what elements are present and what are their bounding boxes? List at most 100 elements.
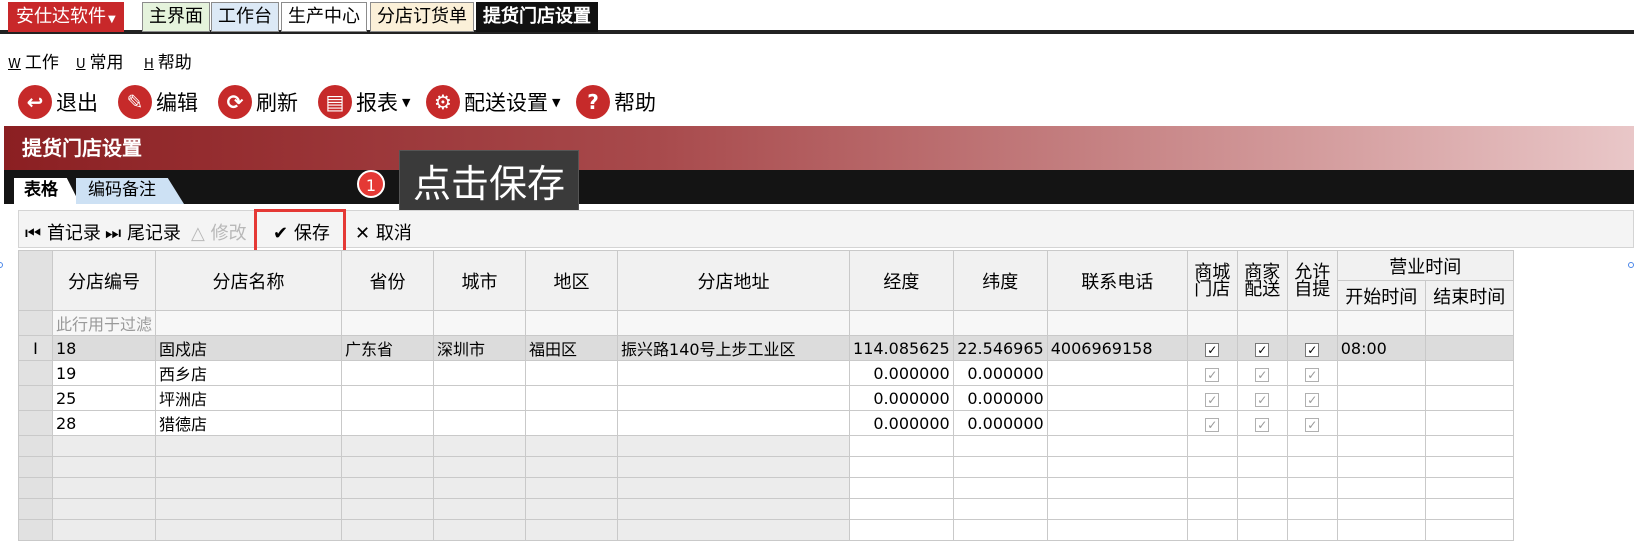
- header-code[interactable]: 分店编号: [51, 250, 157, 311]
- cell-name[interactable]: 固戍店: [155, 335, 343, 361]
- delivery-settings-button[interactable]: ⚙ 配送设置 ▼: [426, 84, 560, 120]
- cell-province[interactable]: [341, 410, 435, 436]
- tab-workbench[interactable]: 工作台: [211, 2, 279, 32]
- cell-open-time[interactable]: [1336, 410, 1426, 436]
- refresh-button[interactable]: ⟳ 刷新: [218, 84, 298, 120]
- cell-code[interactable]: 25: [51, 385, 157, 411]
- header-district[interactable]: 地区: [525, 250, 619, 311]
- cell-province[interactable]: [341, 360, 435, 386]
- merchant-delivery-checkbox[interactable]: ✓: [1255, 392, 1270, 407]
- modify-button[interactable]: △ 修改: [191, 219, 251, 245]
- tab-pickup-store-settings[interactable]: 提货门店设置: [476, 2, 598, 32]
- menu-work[interactable]: W 工作: [8, 48, 59, 73]
- table-row[interactable]: 25 坪洲店 0.000000 0.000000 ✓ ✓ ✓: [18, 385, 1514, 411]
- mall-store-checkbox[interactable]: ✓: [1205, 342, 1220, 357]
- cell-city[interactable]: [433, 360, 527, 386]
- cell-latitude[interactable]: 0.000000: [952, 385, 1048, 411]
- cell-address[interactable]: 振兴路140号上步工业区: [617, 335, 851, 361]
- cell-latitude[interactable]: 0.000000: [952, 360, 1048, 386]
- cell-phone[interactable]: [1046, 410, 1188, 436]
- top-tab-bar: 安仕达软件 ▼ 主界面 工作台 生产中心 分店订货单 提货门店设置: [0, 0, 1634, 34]
- cell-address[interactable]: [617, 410, 851, 436]
- cell-city[interactable]: [433, 410, 527, 436]
- cell-name[interactable]: 猎德店: [155, 410, 343, 436]
- cell-district[interactable]: [525, 360, 619, 386]
- header-close-time[interactable]: 结束时间: [1424, 280, 1514, 311]
- cell-close-time[interactable]: [1424, 385, 1514, 411]
- allow-pickup-checkbox[interactable]: ✓: [1305, 342, 1320, 357]
- header-allow-pickup[interactable]: 允许 自提: [1286, 250, 1338, 311]
- cell-open-time[interactable]: [1336, 360, 1426, 386]
- edit-button[interactable]: ✎ 编辑: [118, 84, 198, 120]
- header-province[interactable]: 省份: [341, 250, 435, 311]
- cell-district[interactable]: [525, 410, 619, 436]
- cell-open-time[interactable]: 08:00: [1336, 335, 1426, 361]
- cell-city[interactable]: 深圳市: [433, 335, 527, 361]
- cell-longitude[interactable]: 114.085625: [849, 335, 954, 361]
- header-address[interactable]: 分店地址: [617, 250, 851, 311]
- cell-phone[interactable]: 4006969158: [1046, 335, 1188, 361]
- filter-row[interactable]: 此行用于过滤: [18, 310, 1514, 336]
- merchant-delivery-checkbox[interactable]: ✓: [1255, 417, 1270, 432]
- cell-district[interactable]: 福田区: [525, 335, 619, 361]
- cell-province[interactable]: 广东省: [341, 335, 435, 361]
- cell-close-time[interactable]: [1424, 410, 1514, 436]
- merchant-delivery-checkbox[interactable]: ✓: [1255, 342, 1270, 357]
- resize-handle-left[interactable]: [0, 262, 3, 268]
- tab-grid[interactable]: 表格: [14, 178, 80, 204]
- mall-store-checkbox[interactable]: ✓: [1205, 367, 1220, 382]
- tab-production[interactable]: 生产中心: [281, 2, 367, 32]
- cell-close-time[interactable]: [1424, 335, 1514, 361]
- mall-store-checkbox[interactable]: ✓: [1205, 417, 1220, 432]
- cell-latitude[interactable]: 0.000000: [952, 410, 1048, 436]
- allow-pickup-checkbox[interactable]: ✓: [1305, 392, 1320, 407]
- cell-address[interactable]: [617, 385, 851, 411]
- tab-store-order[interactable]: 分店订货单: [370, 2, 474, 32]
- cell-code[interactable]: 19: [51, 360, 157, 386]
- header-phone[interactable]: 联系电话: [1046, 250, 1188, 311]
- cell-district[interactable]: [525, 385, 619, 411]
- table-row[interactable]: 28 猎德店 0.000000 0.000000 ✓ ✓ ✓: [18, 410, 1514, 436]
- exit-button[interactable]: ↩ 退出: [18, 84, 98, 120]
- menu-help[interactable]: H 帮助: [144, 48, 192, 73]
- table-row[interactable]: 19 西乡店 0.000000 0.000000 ✓ ✓ ✓: [18, 360, 1514, 386]
- merchant-delivery-checkbox[interactable]: ✓: [1255, 367, 1270, 382]
- resize-handle-right[interactable]: [1628, 262, 1634, 268]
- cell-latitude[interactable]: 22.546965: [952, 335, 1048, 361]
- header-open-time[interactable]: 开始时间: [1336, 280, 1426, 311]
- cell-code[interactable]: 18: [51, 335, 157, 361]
- table-row[interactable]: I 18 固戍店 广东省 深圳市 福田区 振兴路140号上步工业区 114.08…: [18, 335, 1514, 361]
- cell-longitude[interactable]: 0.000000: [849, 385, 954, 411]
- cell-longitude[interactable]: 0.000000: [849, 360, 954, 386]
- cell-name[interactable]: 坪洲店: [155, 385, 343, 411]
- first-record-button[interactable]: ⏮ 首记录: [25, 219, 101, 245]
- cell-close-time[interactable]: [1424, 360, 1514, 386]
- last-record-button[interactable]: ⏭ 尾记录: [105, 219, 181, 245]
- header-longitude[interactable]: 经度: [849, 250, 954, 311]
- header-name[interactable]: 分店名称: [155, 250, 343, 311]
- cell-name[interactable]: 西乡店: [155, 360, 343, 386]
- cell-longitude[interactable]: 0.000000: [849, 410, 954, 436]
- menu-common[interactable]: U 常用: [76, 48, 124, 73]
- tab-main[interactable]: 主界面: [142, 2, 210, 32]
- cell-phone[interactable]: [1046, 360, 1188, 386]
- allow-pickup-checkbox[interactable]: ✓: [1305, 367, 1320, 382]
- brand-menu[interactable]: 安仕达软件 ▼: [8, 2, 124, 32]
- report-button[interactable]: ▤ 报表 ▼: [318, 84, 410, 120]
- mall-store-checkbox[interactable]: ✓: [1205, 392, 1220, 407]
- header-latitude[interactable]: 纬度: [952, 250, 1048, 311]
- allow-pickup-checkbox[interactable]: ✓: [1305, 417, 1320, 432]
- cell-city[interactable]: [433, 385, 527, 411]
- header-mall-store[interactable]: 商城 门店: [1186, 250, 1238, 311]
- header-city[interactable]: 城市: [433, 250, 527, 311]
- header-merchant-delivery[interactable]: 商家 配送: [1236, 250, 1288, 311]
- cell-open-time[interactable]: [1336, 385, 1426, 411]
- tab-code-note[interactable]: 编码备注: [76, 178, 184, 204]
- cell-province[interactable]: [341, 385, 435, 411]
- cell-code[interactable]: 28: [51, 410, 157, 436]
- cancel-button[interactable]: ✕ 取消: [355, 219, 412, 245]
- help-button[interactable]: ? 帮助: [576, 84, 656, 120]
- cell-phone[interactable]: [1046, 385, 1188, 411]
- cell-address[interactable]: [617, 360, 851, 386]
- filter-hint[interactable]: 此行用于过滤: [51, 310, 157, 336]
